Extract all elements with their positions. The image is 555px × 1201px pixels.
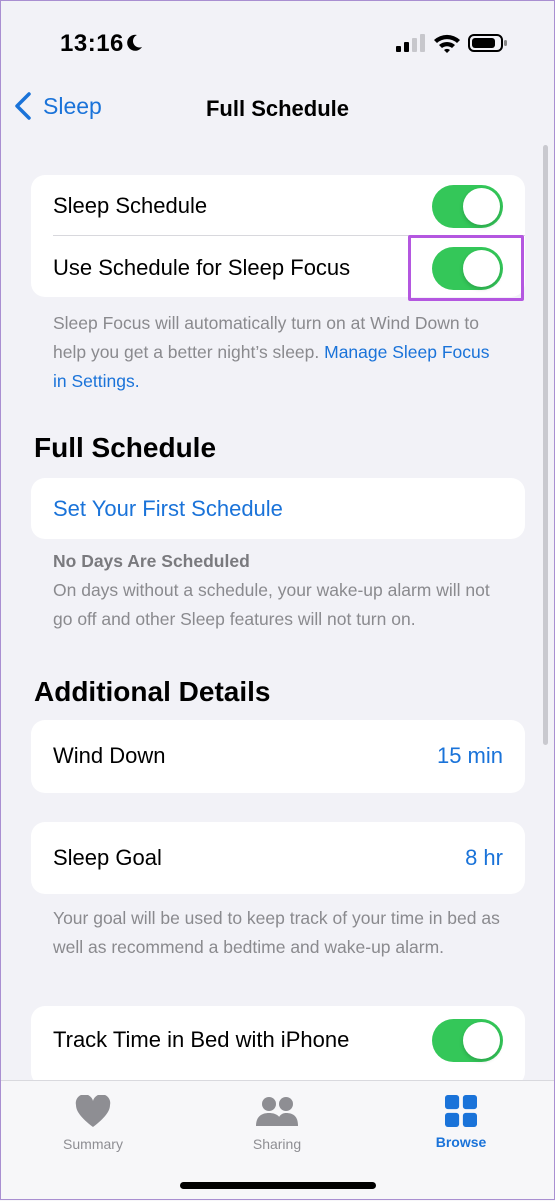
- wind-down-label: Wind Down: [53, 743, 166, 768]
- wind-down-value: 15 min: [436, 743, 503, 768]
- sleep-goal-row[interactable]: Sleep Goal 8 hr: [53, 836, 503, 880]
- sleep-schedule-row: Sleep Schedule: [53, 184, 503, 228]
- sleep-goal-label: Sleep Goal: [53, 845, 162, 870]
- toggle-knob: [463, 1021, 500, 1059]
- additional-details-heading: Additional Details: [34, 676, 271, 707]
- sleep-goal-card[interactable]: Sleep Goal 8 hr: [31, 822, 525, 894]
- set-first-schedule-button[interactable]: Set Your First Schedule: [53, 487, 503, 531]
- sleep-goal-value: 8 hr: [465, 845, 503, 870]
- grid-icon: [445, 1095, 477, 1127]
- status-time: 13:16: [60, 30, 124, 57]
- sleep-schedule-label: Sleep Schedule: [53, 193, 208, 218]
- moon-icon: [127, 34, 142, 51]
- sleep-focus-note: Sleep Focus will automatically turn on a…: [53, 309, 503, 396]
- tab-browse-label: Browse: [435, 1134, 487, 1150]
- wind-down-row[interactable]: Wind Down 15 min: [53, 734, 503, 778]
- page-title: Full Schedule: [205, 96, 350, 121]
- home-indicator[interactable]: [180, 1182, 376, 1189]
- set-first-schedule-label: Set Your First Schedule: [53, 496, 283, 521]
- people-icon: [256, 1097, 298, 1126]
- navigation-bar: Sleep Full Schedule: [0, 80, 555, 140]
- tab-sharing[interactable]: Sharing: [217, 1095, 337, 1152]
- sleep-goal-note: Your goal will be used to keep track of …: [53, 908, 500, 957]
- tab-browse[interactable]: Browse: [401, 1095, 521, 1150]
- full-schedule-heading: Full Schedule: [34, 432, 217, 463]
- status-bar: 13:16: [0, 0, 555, 80]
- track-time-card: Track Time in Bed with iPhone: [31, 1006, 525, 1086]
- wind-down-card[interactable]: Wind Down 15 min: [31, 720, 525, 793]
- toggle-knob: [463, 187, 500, 225]
- scroll-indicator[interactable]: [543, 145, 548, 745]
- tab-summary[interactable]: Summary: [33, 1095, 153, 1152]
- highlight-box: [408, 235, 524, 301]
- schedule-note: No Days Are Scheduled On days without a …: [53, 547, 503, 634]
- cellular-signal-icon: [396, 34, 425, 52]
- schedule-note-text: On days without a schedule, your wake-up…: [53, 580, 490, 629]
- tab-sharing-label: Sharing: [252, 1136, 302, 1152]
- battery-icon: [468, 34, 507, 52]
- heart-icon: [75, 1095, 111, 1127]
- sleep-schedule-toggle[interactable]: [432, 184, 503, 228]
- set-schedule-card[interactable]: Set Your First Schedule: [31, 478, 525, 539]
- sleep-focus-label: Use Schedule for Sleep Focus: [53, 255, 351, 280]
- track-time-row: Track Time in Bed with iPhone: [53, 1018, 503, 1062]
- tab-summary-label: Summary: [63, 1136, 123, 1152]
- wifi-icon: [434, 34, 460, 53]
- track-time-label: Track Time in Bed with iPhone: [53, 1027, 350, 1052]
- track-time-toggle[interactable]: [432, 1018, 503, 1062]
- schedule-note-title: No Days Are Scheduled: [53, 551, 250, 571]
